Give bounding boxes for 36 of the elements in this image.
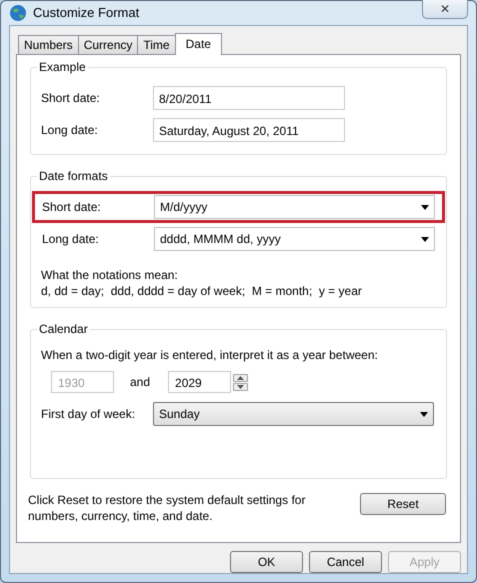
tab[interactable]: Currency	[78, 35, 138, 54]
tab[interactable]: Numbers	[18, 35, 79, 54]
tab[interactable]: Date	[174, 33, 222, 55]
text-field[interactable]: Saturday, August 20, 2011	[153, 118, 345, 142]
and-label: and	[130, 374, 150, 391]
globe-icon	[9, 4, 27, 22]
field-label: Short date:	[41, 90, 101, 107]
caret-icon	[421, 204, 429, 210]
field-label: Short date:	[42, 199, 102, 216]
dropdown[interactable]: dddd, MMMM dd, yyyy	[154, 227, 435, 251]
tab[interactable]: Time	[137, 35, 176, 54]
window-title: Customize Format	[33, 4, 140, 22]
prompt-text: When a two-digit year is entered, interpret it as a year between:	[41, 347, 379, 364]
group-title: Calendar	[37, 322, 90, 336]
caret-icon	[421, 236, 429, 242]
caret-icon	[420, 412, 428, 416]
year-field[interactable]: 2029	[168, 371, 232, 393]
spin-up-button[interactable]	[233, 374, 248, 382]
down-arrow-icon	[237, 384, 244, 388]
group-title: Date formats	[37, 169, 110, 183]
group-title: Example	[37, 60, 88, 74]
notation-text: What the notations mean:	[41, 267, 179, 283]
dropdown[interactable]: M/d/yyyy	[154, 195, 435, 219]
reset-note: Click Reset to restore the system default settings for numbers, currency, time, and date.	[28, 492, 306, 524]
spin-down-button[interactable]	[233, 382, 248, 390]
close-button[interactable]: ✕	[422, 0, 468, 19]
dropdown[interactable]: Sunday	[153, 402, 434, 426]
up-arrow-icon	[237, 376, 244, 380]
text-field[interactable]: 8/20/2011	[153, 86, 345, 110]
field-label: First day of week:	[41, 406, 136, 423]
notation-text: d, dd = day; ddd, dddd = day of week; M = month; y = year	[41, 283, 363, 299]
field-label: Long date:	[41, 122, 99, 139]
field-label: Long date:	[42, 231, 100, 248]
dialog-button[interactable]: Cancel	[309, 551, 382, 573]
reset-button[interactable]: Reset	[360, 493, 446, 515]
dialog-button[interactable]: OK	[230, 551, 303, 573]
